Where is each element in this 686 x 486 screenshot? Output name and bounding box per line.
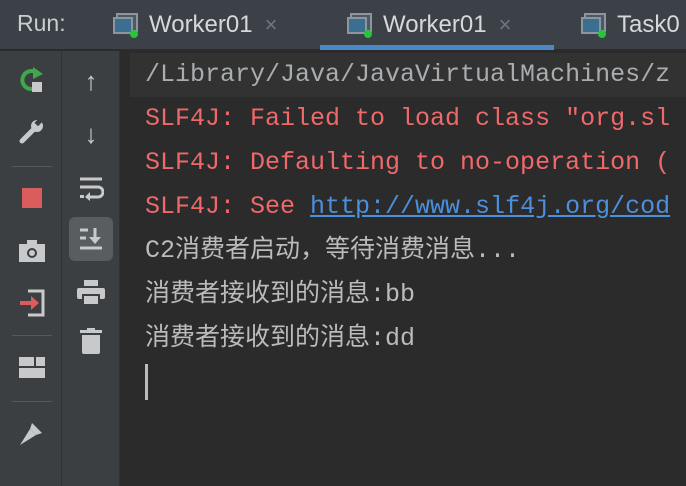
tab-task0[interactable]: Task0 bbox=[581, 0, 680, 50]
tab-worker01-1[interactable]: Worker01 × bbox=[113, 0, 277, 50]
error-line: SLF4J: See http://www.slf4j.org/cod bbox=[145, 185, 670, 229]
separator bbox=[12, 335, 52, 336]
close-icon[interactable]: × bbox=[499, 12, 512, 38]
close-icon[interactable]: × bbox=[265, 12, 278, 38]
run-tab-bar: Run: Worker01 × Worker01 × Task0 bbox=[0, 0, 686, 50]
error-text: SLF4J: See bbox=[145, 192, 311, 221]
tab-label: Worker01 bbox=[149, 11, 253, 38]
pin-icon[interactable] bbox=[12, 413, 52, 453]
tab-worker01-2[interactable]: Worker01 × bbox=[347, 0, 511, 50]
tab-label: Worker01 bbox=[383, 11, 487, 38]
separator bbox=[12, 166, 52, 167]
print-icon[interactable] bbox=[71, 273, 111, 313]
error-line: SLF4J: Defaulting to no-operation ( bbox=[145, 148, 671, 177]
console-toolbar: ↑ ↓ bbox=[62, 51, 120, 486]
rerun-icon[interactable] bbox=[12, 61, 52, 101]
run-toolbar bbox=[0, 51, 62, 486]
text-caret bbox=[145, 364, 148, 400]
output-line: 消费者接收到的消息:dd bbox=[145, 324, 416, 353]
console-icon bbox=[113, 13, 139, 38]
run-label: Run: bbox=[17, 10, 66, 36]
camera-icon[interactable] bbox=[12, 231, 52, 271]
console-icon bbox=[347, 13, 373, 38]
soft-wrap-icon[interactable] bbox=[71, 168, 111, 208]
slf4j-link[interactable]: http://www.slf4j.org/cod bbox=[310, 192, 670, 221]
active-tab-indicator bbox=[320, 45, 554, 50]
tab-label: Task0 bbox=[617, 11, 680, 38]
console-output[interactable]: /Library/Java/JavaVirtualMachines/z SLF4… bbox=[120, 51, 686, 486]
layout-icon[interactable] bbox=[12, 348, 52, 388]
scroll-to-end-icon[interactable] bbox=[69, 217, 113, 261]
stop-icon[interactable] bbox=[12, 178, 52, 218]
trash-icon[interactable] bbox=[71, 321, 111, 361]
exit-icon[interactable] bbox=[12, 283, 52, 323]
output-line: C2消费者启动，等待消费消息... bbox=[145, 236, 521, 265]
wrench-icon[interactable] bbox=[12, 111, 52, 151]
error-line: SLF4J: Failed to load class "org.sl bbox=[145, 104, 671, 133]
output-line: 消费者接收到的消息:bb bbox=[145, 280, 416, 309]
command-line: /Library/Java/JavaVirtualMachines/z bbox=[130, 53, 686, 97]
down-arrow-icon[interactable]: ↓ bbox=[71, 114, 111, 154]
console-icon bbox=[581, 13, 607, 38]
up-arrow-icon[interactable]: ↑ bbox=[71, 61, 111, 101]
separator bbox=[12, 401, 52, 402]
